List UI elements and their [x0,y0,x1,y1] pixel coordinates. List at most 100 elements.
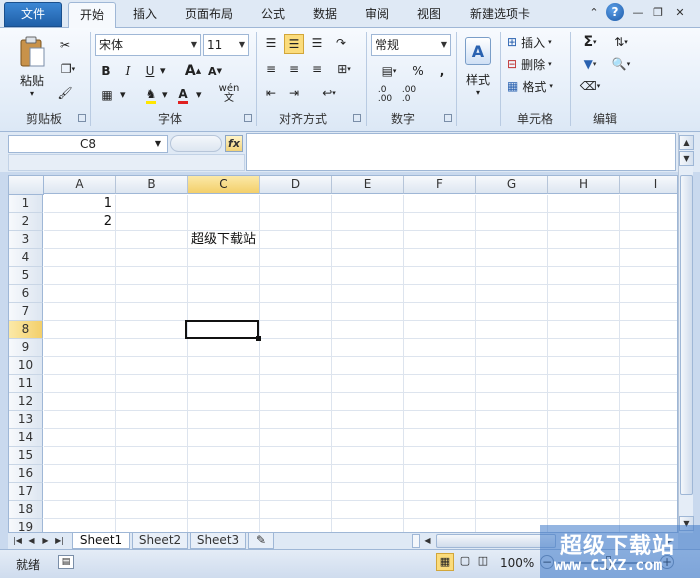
tab-page-layout[interactable]: 页面布局 [174,2,244,27]
selected-cell-c8[interactable] [185,320,259,339]
bold-button[interactable]: B [98,62,114,80]
styles-button[interactable]: A 样式 ▾ [460,32,496,102]
first-sheet-icon[interactable]: |◀ [12,534,23,548]
row-header-9[interactable]: 9 [9,339,43,357]
help-icon[interactable]: ? [606,3,624,21]
underline-dropdown-icon[interactable]: ▾ [160,64,166,77]
tab-review[interactable]: 审阅 [354,2,400,27]
sheet-tab-sheet2[interactable]: Sheet2 [132,533,188,549]
row-header-17[interactable]: 17 [9,483,43,501]
new-sheet-icon[interactable]: ✎ [248,533,274,549]
row-header-19[interactable]: 19 [9,519,43,532]
tab-home[interactable]: 开始 [68,2,116,29]
align-bottom-icon[interactable]: ☰ [308,34,326,52]
formula-expand-handle[interactable] [170,135,222,152]
last-sheet-icon[interactable]: ▶| [54,534,65,548]
vertical-scrollbar[interactable]: ▲ ▼ ▼ [678,133,694,533]
format-painter-icon[interactable]: 🖌 [56,84,74,102]
underline-button[interactable]: U [142,62,158,80]
format-cells-button[interactable]: ▦ 格式 ▾ [506,76,564,96]
comma-style-button[interactable]: , [434,62,450,80]
clipboard-launcher-icon[interactable] [78,114,86,122]
tab-new-tab[interactable]: 新建选项卡 [458,2,542,27]
next-sheet-icon[interactable]: ▶ [40,534,51,548]
restore-window-icon[interactable]: ❐ [650,5,666,21]
orientation-icon[interactable]: ↷ [332,34,350,52]
number-launcher-icon[interactable] [444,114,452,122]
percent-button[interactable]: % [410,62,426,80]
column-header-e[interactable]: E [332,176,404,194]
fill-icon[interactable]: ▼ ▾ [576,54,604,74]
column-header-h[interactable]: H [548,176,620,194]
row-header-14[interactable]: 14 [9,429,43,447]
tab-split-handle[interactable] [412,534,420,548]
align-top-icon[interactable]: ☰ [262,34,280,52]
cell-c3[interactable]: 超级下载站 [191,231,256,248]
row-header-3[interactable]: 3 [9,231,43,249]
row-header-18[interactable]: 18 [9,501,43,519]
cut-icon[interactable]: ✂ [56,36,74,54]
row-header-15[interactable]: 15 [9,447,43,465]
worksheet-grid[interactable]: ABCDEFGHI 1 2 3 4 5 6 7 8 9 10 11 12 13 14 15 16 17 18 19 … [8,175,678,533]
font-launcher-icon[interactable] [244,114,252,122]
horizontal-scroll-thumb[interactable] [436,534,556,548]
column-header-i[interactable]: I [620,176,677,194]
tab-formulas[interactable]: 公式 [250,2,296,27]
increase-indent-icon[interactable]: ⇥ [285,84,303,102]
fill-color-icon[interactable]: ♞ [142,86,160,104]
cell-a1[interactable]: 1 [44,195,112,212]
sheet-tab-sheet3[interactable]: Sheet3 [190,533,246,549]
column-header-b[interactable]: B [116,176,188,194]
zoom-level[interactable]: 100% [500,556,534,570]
page-break-view-icon[interactable]: ◫ [474,553,492,571]
minimize-window-icon[interactable]: — [630,5,646,21]
scroll-down-icon[interactable]: ▼ [679,151,694,166]
borders-dropdown-icon[interactable]: ▾ [120,88,126,101]
align-left-icon[interactable]: ≡ [262,60,280,78]
name-box[interactable]: C8 ▼ [8,135,168,153]
alignment-launcher-icon[interactable] [353,114,361,122]
tab-insert[interactable]: 插入 [122,2,168,27]
insert-function-button[interactable]: fx [225,135,243,152]
font-color-icon[interactable]: A [174,86,192,104]
normal-view-icon[interactable]: ▦ [436,553,454,571]
delete-cells-button[interactable]: ⊟ 删除 ▾ [506,54,564,74]
row-header-2[interactable]: 2 [9,213,43,231]
minimize-ribbon-icon[interactable]: ⌃ [586,5,602,21]
prev-sheet-icon[interactable]: ◀ [26,534,37,548]
row-header-10[interactable]: 10 [9,357,43,375]
number-format-select[interactable]: 常规 ▼ [371,34,451,56]
currency-format-icon[interactable]: ▤ ▾ [374,62,404,80]
cell-a2[interactable]: 2 [44,213,112,230]
row-header-5[interactable]: 5 [9,267,43,285]
copy-icon[interactable]: ❐ ▾ [54,60,82,78]
font-color-dropdown-icon[interactable]: ▾ [196,88,202,101]
column-header-f[interactable]: F [404,176,476,194]
paste-button[interactable]: 粘贴 ▾ [14,32,50,102]
sort-filter-icon[interactable]: ⇅ ▾ [608,32,634,52]
merge-center-icon[interactable]: ⊞ ▾ [332,60,356,78]
tab-file[interactable]: 文件 [4,2,62,27]
page-layout-view-icon[interactable]: ▢ [456,553,474,571]
phonetic-guide-icon[interactable]: wén 文 [214,84,244,104]
decrease-indent-icon[interactable]: ⇤ [262,84,280,102]
row-header-16[interactable]: 16 [9,465,43,483]
insert-cells-button[interactable]: ⊞ 插入 ▾ [506,32,564,52]
scroll-thumb[interactable] [680,175,693,495]
wrap-text-icon[interactable]: ↩ ▾ [316,84,342,102]
align-middle-icon[interactable]: ☰ [284,34,304,54]
row-header-12[interactable]: 12 [9,393,43,411]
column-header-d[interactable]: D [260,176,332,194]
macro-record-icon[interactable]: ▤ [58,555,74,569]
row-header-13[interactable]: 13 [9,411,43,429]
decrease-decimal-icon[interactable]: .00.0 [398,86,420,104]
sheet-tab-sheet1[interactable]: Sheet1 [72,533,130,549]
font-size-select[interactable]: 11 ▼ [203,34,249,56]
scroll-up-icon[interactable]: ▲ [679,135,694,150]
row-header-4[interactable]: 4 [9,249,43,267]
borders-icon[interactable]: ▦ [98,86,116,104]
row-header-7[interactable]: 7 [9,303,43,321]
fill-color-dropdown-icon[interactable]: ▾ [162,88,168,101]
scroll-left-icon[interactable]: ◀ [422,534,433,548]
row-header-8[interactable]: 8 [9,321,43,339]
